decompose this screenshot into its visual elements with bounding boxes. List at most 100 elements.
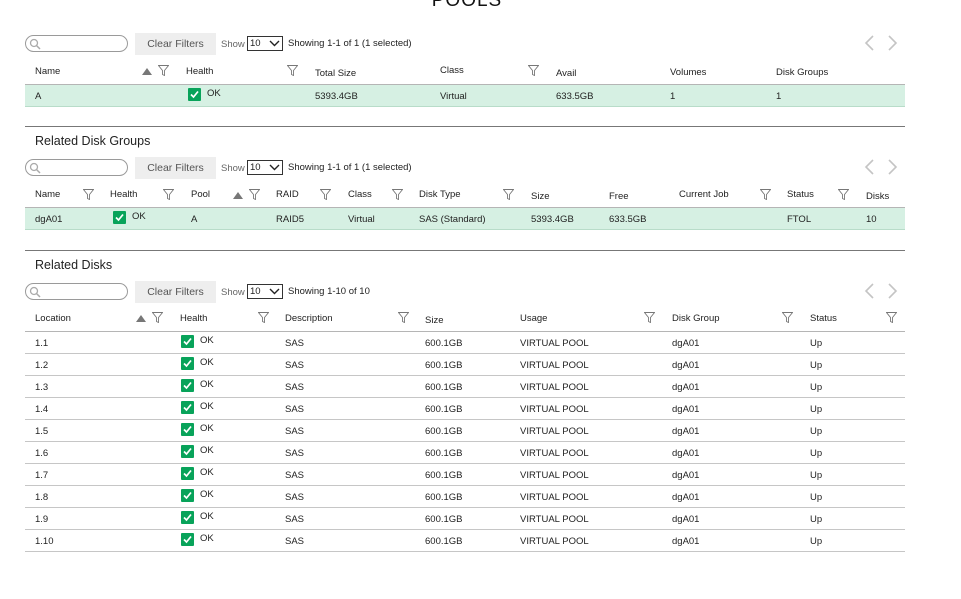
cell-location: 1.9 (35, 514, 49, 525)
cell-class: Virtual (440, 91, 467, 102)
filter-icon[interactable] (838, 189, 849, 200)
filter-icon[interactable] (392, 189, 403, 200)
checkmark-icon (188, 88, 201, 101)
filter-icon[interactable] (287, 65, 298, 76)
table-row[interactable]: 1.7 OK SAS 600.1GB VIRTUAL POOL dgA01 Up (25, 464, 905, 486)
col-size[interactable]: Size (531, 191, 549, 202)
col-size[interactable]: Size (425, 315, 443, 326)
col-status[interactable]: Status (810, 313, 837, 324)
table-row[interactable]: 1.10 OK SAS 600.1GB VIRTUAL POOL dgA01 U… (25, 530, 905, 552)
chevron-right-icon[interactable] (886, 283, 898, 299)
col-free[interactable]: Free (609, 191, 629, 202)
sort-ascending-icon[interactable] (136, 315, 146, 322)
filter-icon[interactable] (503, 189, 514, 200)
cell-free: 633.5GB (609, 214, 647, 225)
cell-disk-group: dgA01 (672, 536, 700, 547)
col-pool[interactable]: Pool (191, 189, 210, 200)
filter-icon[interactable] (782, 312, 793, 323)
disks-page-size-select[interactable]: 10 (247, 284, 283, 299)
table-row[interactable]: 1.2 OK SAS 600.1GB VIRTUAL POOL dgA01 Up (25, 354, 905, 376)
filter-icon[interactable] (158, 65, 169, 76)
chevron-left-icon[interactable] (864, 283, 876, 299)
chevron-down-icon (269, 40, 280, 47)
col-disk-group[interactable]: Disk Group (672, 313, 720, 324)
cell-avail: 633.5GB (556, 91, 594, 102)
table-row[interactable]: 1.9 OK SAS 600.1GB VIRTUAL POOL dgA01 Up (25, 508, 905, 530)
cell-disk-group: dgA01 (672, 382, 700, 393)
cell-usage: VIRTUAL POOL (520, 382, 589, 393)
cell-usage: VIRTUAL POOL (520, 470, 589, 481)
filter-icon[interactable] (760, 189, 771, 200)
pools-search-input[interactable] (25, 35, 128, 52)
col-health[interactable]: Health (110, 189, 137, 200)
cell-usage: VIRTUAL POOL (520, 536, 589, 547)
col-name[interactable]: Name (35, 66, 60, 77)
table-row[interactable]: 1.8 OK SAS 600.1GB VIRTUAL POOL dgA01 Up (25, 486, 905, 508)
cell-location: 1.4 (35, 404, 49, 415)
disk-groups-page-size-select[interactable]: 10 (247, 160, 283, 175)
chevron-left-icon[interactable] (864, 35, 876, 51)
chevron-right-icon[interactable] (886, 159, 898, 175)
filter-icon[interactable] (398, 312, 409, 323)
chevron-left-icon[interactable] (864, 159, 876, 175)
filter-icon[interactable] (528, 65, 539, 76)
table-row[interactable]: 1.3 OK SAS 600.1GB VIRTUAL POOL dgA01 Up (25, 376, 905, 398)
disk-groups-search-input[interactable] (25, 159, 128, 176)
col-disks[interactable]: Disks (866, 191, 889, 202)
table-row[interactable]: 1.6 OK SAS 600.1GB VIRTUAL POOL dgA01 Up (25, 442, 905, 464)
col-health[interactable]: Health (186, 66, 213, 77)
col-status[interactable]: Status (787, 189, 814, 200)
filter-icon[interactable] (152, 312, 163, 323)
cell-description: SAS (285, 448, 305, 459)
filter-icon[interactable] (163, 189, 174, 200)
sort-ascending-icon[interactable] (142, 68, 152, 75)
col-location[interactable]: Location (35, 313, 71, 324)
filter-icon[interactable] (644, 312, 655, 323)
table-row[interactable]: A OK 5393.4GB Virtual 633.5GB 1 1 (25, 85, 905, 107)
filter-icon[interactable] (258, 312, 269, 323)
col-raid[interactable]: RAID (276, 189, 299, 200)
col-class[interactable]: Class (440, 65, 464, 76)
table-row[interactable]: 1.5 OK SAS 600.1GB VIRTUAL POOL dgA01 Up (25, 420, 905, 442)
pools-page-size-select[interactable]: 10 (247, 36, 283, 51)
disks-toolbar: Clear Filters Show 10 Showing 1-10 of 10 (25, 281, 905, 303)
disks-clear-filters-button[interactable]: Clear Filters (135, 281, 216, 303)
filter-icon[interactable] (83, 189, 94, 200)
table-row[interactable]: 1.4 OK SAS 600.1GB VIRTUAL POOL dgA01 Up (25, 398, 905, 420)
table-row[interactable]: dgA01 OK A RAID5 Virtual SAS (Standard) … (25, 208, 905, 230)
col-avail[interactable]: Avail (556, 68, 576, 79)
cell-disk-type: SAS (Standard) (419, 214, 486, 225)
disks-search-input[interactable] (25, 283, 128, 300)
col-total-size[interactable]: Total Size (315, 68, 356, 79)
filter-icon[interactable] (320, 189, 331, 200)
cell-location: 1.3 (35, 382, 49, 393)
col-description[interactable]: Description (285, 313, 333, 324)
cell-size: 600.1GB (425, 426, 463, 437)
col-name[interactable]: Name (35, 189, 60, 200)
disk-groups-clear-filters-button[interactable]: Clear Filters (135, 157, 216, 179)
chevron-right-icon[interactable] (886, 35, 898, 51)
cell-status: Up (810, 492, 823, 503)
cell-size: 600.1GB (425, 448, 463, 459)
health-label: OK (200, 489, 214, 500)
cell-volumes: 1 (670, 91, 676, 102)
col-usage[interactable]: Usage (520, 313, 547, 324)
pools-table-header: Name Health Total Size Class Avail Volum… (25, 60, 905, 85)
filter-icon[interactable] (886, 312, 897, 323)
sort-ascending-icon[interactable] (233, 192, 243, 199)
pools-clear-filters-button[interactable]: Clear Filters (135, 33, 216, 55)
cell-status: Up (810, 514, 823, 525)
cell-disk-group: dgA01 (672, 448, 700, 459)
col-health[interactable]: Health (180, 313, 207, 324)
col-class[interactable]: Class (348, 189, 372, 200)
cell-usage: VIRTUAL POOL (520, 360, 589, 371)
disk-groups-showing-count: Showing 1-1 of 1 (1 selected) (288, 162, 412, 173)
related-disk-groups-title: Related Disk Groups (35, 134, 151, 148)
checkmark-icon (181, 467, 194, 480)
col-volumes[interactable]: Volumes (670, 67, 706, 78)
col-disk-type[interactable]: Disk Type (419, 189, 461, 200)
col-disk-groups[interactable]: Disk Groups (776, 67, 828, 78)
col-current-job[interactable]: Current Job (679, 189, 729, 200)
filter-icon[interactable] (249, 189, 260, 200)
table-row[interactable]: 1.1 OK SAS 600.1GB VIRTUAL POOL dgA01 Up (25, 332, 905, 354)
